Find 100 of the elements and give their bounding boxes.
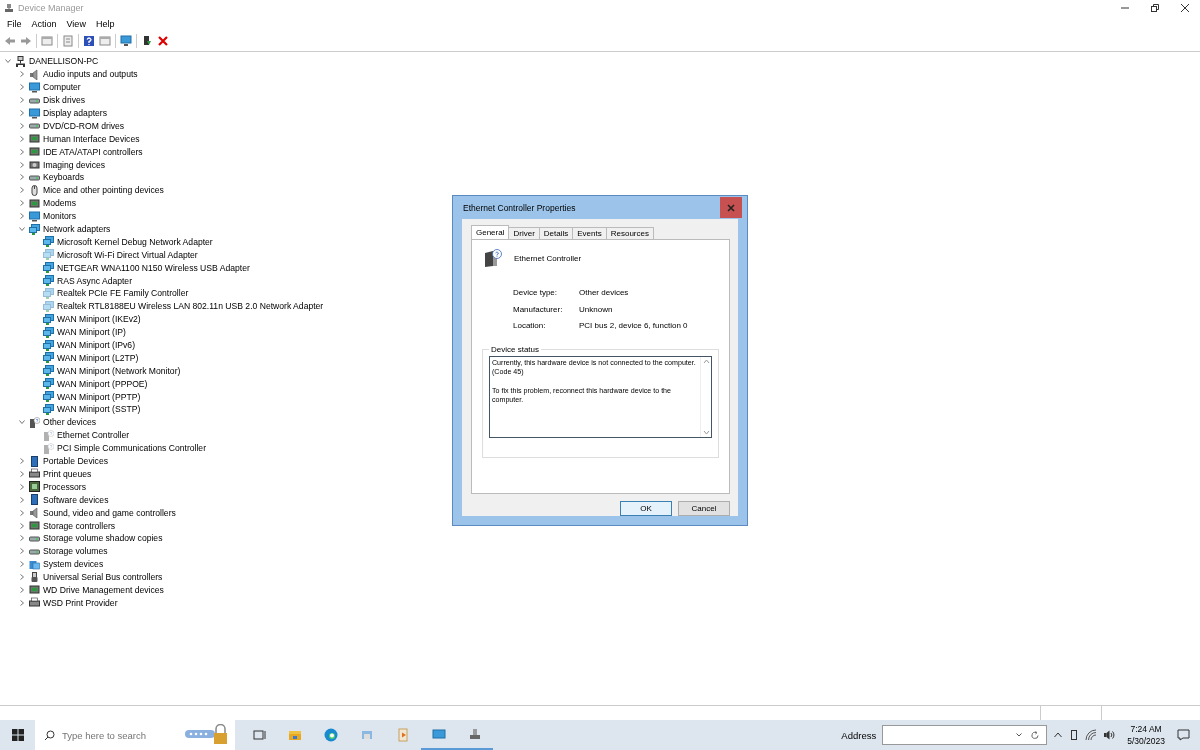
- tree-item[interactable]: Realtek RTL8188EU Wireless LAN 802.11n USB 2.0 Network Adapter: [57, 301, 324, 312]
- tree-item[interactable]: Storage volume shadow copies: [43, 533, 163, 544]
- chevron-up-icon[interactable]: [1053, 730, 1064, 740]
- expand-chevron-icon[interactable]: [18, 134, 26, 143]
- tree-item[interactable]: WAN Miniport (IP): [57, 327, 126, 338]
- expand-chevron-icon[interactable]: [18, 109, 26, 117]
- expand-chevron-icon[interactable]: [18, 534, 26, 543]
- tree-item[interactable]: Universal Serial Bus controllers: [43, 572, 163, 583]
- tree-item[interactable]: Disk drives: [43, 95, 86, 106]
- tab[interactable]: Resources: [605, 227, 654, 239]
- tree-item[interactable]: Computer: [43, 82, 81, 93]
- expand-chevron-icon[interactable]: [18, 96, 26, 105]
- window-pane-icon[interactable]: [41, 35, 53, 47]
- network-folder-icon[interactable]: [360, 728, 374, 742]
- tree-item[interactable]: DANELLISON-PC: [29, 56, 99, 67]
- tree-item[interactable]: Imaging devices: [43, 159, 106, 170]
- close-button[interactable]: [720, 197, 742, 218]
- ok-button[interactable]: OK: [620, 501, 672, 516]
- collapse-chevron-icon[interactable]: [18, 418, 26, 427]
- expand-chevron-icon[interactable]: [18, 83, 26, 92]
- tree-item[interactable]: Ethernet Controller: [57, 430, 130, 441]
- expand-chevron-icon[interactable]: [18, 121, 26, 130]
- expand-chevron-icon[interactable]: [18, 212, 26, 221]
- update-driver-icon[interactable]: [141, 35, 153, 47]
- tree-item[interactable]: Storage controllers: [43, 520, 116, 531]
- usb-icon[interactable]: [1069, 729, 1080, 741]
- expand-chevron-icon[interactable]: [18, 70, 26, 79]
- wifi-icon[interactable]: [1085, 729, 1098, 741]
- tab[interactable]: General: [471, 225, 510, 239]
- menu-item[interactable]: View: [61, 18, 91, 29]
- remote-desktop-icon[interactable]: [432, 727, 446, 741]
- tree-item[interactable]: Audio inputs and outputs: [43, 69, 138, 80]
- tree-item[interactable]: IDE ATA/ATAPI controllers: [43, 146, 143, 157]
- expand-chevron-icon[interactable]: [18, 173, 26, 182]
- collapse-chevron-icon[interactable]: [4, 57, 12, 66]
- tree-item[interactable]: Other devices: [43, 417, 97, 428]
- tree-item[interactable]: Portable Devices: [43, 456, 108, 467]
- tree-item[interactable]: NETGEAR WNA1100 N150 Wireless USB Adapter: [57, 262, 250, 273]
- expand-chevron-icon[interactable]: [18, 508, 26, 517]
- tree-item[interactable]: WSD Print Provider: [43, 597, 118, 608]
- browser-icon[interactable]: [324, 728, 338, 742]
- tree-item[interactable]: Display adapters: [43, 108, 107, 118]
- scroll-down-icon[interactable]: [702, 430, 710, 435]
- tree-item[interactable]: Sound, video and game controllers: [43, 507, 176, 518]
- tree-item[interactable]: Monitors: [43, 211, 76, 222]
- device-manager-icon[interactable]: [468, 727, 482, 741]
- expand-chevron-icon[interactable]: [18, 585, 26, 594]
- menu-item[interactable]: Action: [26, 18, 62, 29]
- tree-item[interactable]: Print queues: [43, 468, 92, 479]
- expand-chevron-icon[interactable]: [18, 160, 26, 169]
- clock-time[interactable]: 7:24 AM: [1130, 723, 1162, 735]
- menu-item[interactable]: Help: [90, 18, 120, 29]
- tree-item[interactable]: Realtek PCIe FE Family Controller: [57, 288, 189, 299]
- tree-item[interactable]: WAN Miniport (L2TP): [57, 352, 139, 363]
- expand-chevron-icon[interactable]: [18, 199, 26, 208]
- scroll-up-icon[interactable]: [702, 359, 710, 364]
- restore-icon[interactable]: [1150, 3, 1160, 13]
- tab[interactable]: Events: [572, 227, 607, 239]
- dropdown-caret-icon[interactable]: [1015, 731, 1024, 739]
- address-field[interactable]: [882, 725, 1048, 745]
- expand-chevron-icon[interactable]: [18, 482, 26, 491]
- back-arrow-icon[interactable]: [4, 35, 16, 47]
- expand-chevron-icon[interactable]: [18, 457, 26, 466]
- tree-item[interactable]: Microsoft Wi-Fi Direct Virtual Adapter: [57, 249, 198, 260]
- tree-item[interactable]: Mice and other pointing devices: [43, 185, 164, 196]
- tree-item[interactable]: PCI Simple Communications Controller: [57, 443, 206, 454]
- tree-item[interactable]: WAN Miniport (SSTP): [57, 404, 141, 415]
- tree-item[interactable]: Keyboards: [43, 172, 85, 183]
- tree-item[interactable]: Microsoft Kernel Debug Network Adapter: [57, 236, 213, 247]
- expand-chevron-icon[interactable]: [18, 598, 26, 607]
- menu-item[interactable]: File: [2, 18, 27, 29]
- tree-item[interactable]: Storage volumes: [43, 546, 108, 557]
- refresh-icon[interactable]: [1031, 730, 1041, 740]
- tree-item[interactable]: Processors: [43, 481, 86, 492]
- help-icon[interactable]: [83, 35, 95, 47]
- cancel-button[interactable]: Cancel: [678, 501, 730, 516]
- properties-icon[interactable]: [62, 35, 74, 47]
- tab[interactable]: Driver: [508, 227, 540, 239]
- expand-chevron-icon[interactable]: [18, 560, 26, 569]
- start-icon[interactable]: [12, 729, 24, 741]
- uninstall-icon[interactable]: [157, 35, 169, 47]
- tree-item[interactable]: WAN Miniport (PPPOE): [57, 378, 148, 389]
- tree-item[interactable]: DVD/CD-ROM drives: [43, 120, 125, 131]
- expand-chevron-icon[interactable]: [18, 547, 26, 556]
- tree-item[interactable]: System devices: [43, 559, 104, 570]
- search-field[interactable]: Type here to search: [35, 720, 235, 750]
- tree-item[interactable]: WAN Miniport (IPv6): [57, 340, 135, 351]
- media-player-icon[interactable]: [396, 728, 410, 742]
- speaker-icon[interactable]: [1103, 729, 1116, 741]
- collapse-chevron-icon[interactable]: [18, 225, 26, 233]
- tree-item[interactable]: WAN Miniport (IKEv2): [57, 314, 141, 325]
- tree-item[interactable]: WAN Miniport (PPTP): [57, 391, 141, 402]
- task-view-icon[interactable]: [252, 728, 266, 742]
- forward-arrow-icon[interactable]: [20, 35, 32, 47]
- window-pane-icon[interactable]: [99, 35, 111, 47]
- folder-icon[interactable]: [288, 728, 302, 742]
- expand-chevron-icon[interactable]: [18, 495, 26, 504]
- tree-item[interactable]: Software devices: [43, 494, 109, 505]
- tree-item[interactable]: RAS Async Adapter: [57, 275, 132, 286]
- monitor-icon[interactable]: [120, 35, 132, 47]
